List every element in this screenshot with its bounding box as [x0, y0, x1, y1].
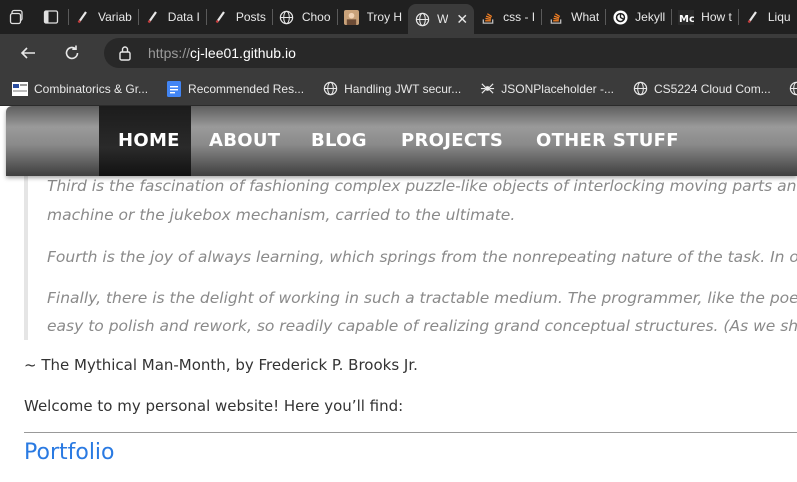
quote-paragraph-finally-line2: easy to polish and rework, so readily ca…	[47, 317, 797, 335]
workspaces-icon	[9, 9, 23, 25]
pen-icon	[145, 9, 161, 25]
pen-icon	[213, 9, 229, 25]
arrow-left-icon	[20, 47, 35, 59]
quote-paragraph-third-line2: machine or the jukebox mechanism, carrie…	[47, 206, 516, 224]
lock-icon[interactable]	[116, 45, 134, 61]
pen-icon	[745, 9, 761, 25]
tab-strip: Variab Data I Posts Choo Troy H W ✕ css …	[0, 0, 797, 34]
tab-liquid[interactable]: Liqu	[739, 0, 797, 34]
web-page: HOME ABOUT BLOG PROJECTS OTHER STUFF Thi…	[0, 106, 797, 482]
globe-icon	[414, 11, 430, 27]
quote-paragraph-finally-line1: Finally, there is the delight of working…	[47, 289, 797, 307]
quote-attribution: ~ The Mythical Man-Month, by Frederick P…	[24, 356, 418, 374]
refresh-icon	[65, 45, 79, 60]
url-scheme: https://	[148, 45, 191, 61]
nav-about-link[interactable]: ABOUT	[209, 130, 280, 151]
url-text[interactable]: https://cj-lee01.github.io	[148, 45, 296, 61]
spider-icon	[479, 81, 495, 97]
tab-active-website[interactable]: W ✕	[408, 4, 475, 34]
svg-text:Mc: Mc	[679, 14, 694, 25]
back-button[interactable]	[10, 35, 46, 71]
bookmark-cs5224[interactable]: CS5224 Cloud Com...	[632, 81, 771, 97]
globe-icon	[322, 81, 338, 97]
tab-css[interactable]: css - I	[474, 0, 541, 34]
stack-icon	[548, 9, 564, 25]
tab-actions-button[interactable]	[34, 0, 68, 34]
nav-home-link[interactable]: HOME	[118, 130, 180, 151]
tab-posts[interactable]: Posts	[207, 0, 272, 34]
tab-what[interactable]: What	[542, 0, 605, 34]
site-icon	[12, 81, 28, 97]
tab-data[interactable]: Data I	[139, 0, 206, 34]
tab-variables[interactable]: Variab	[69, 0, 138, 34]
pen-icon	[75, 9, 91, 25]
nav-projects-link[interactable]: PROJECTS	[401, 130, 503, 151]
nav-other-stuff-link[interactable]: OTHER STUFF	[536, 130, 679, 151]
horizontal-rule	[24, 432, 797, 433]
openai-icon	[612, 9, 628, 25]
site-navbar: HOME ABOUT BLOG PROJECTS OTHER STUFF	[6, 106, 797, 176]
m-logo-icon: Mc	[678, 9, 695, 25]
portfolio-heading-link[interactable]: Portfolio	[24, 440, 115, 465]
tab-troy[interactable]: Troy H	[338, 0, 409, 34]
bookmark-jsonplaceholder[interactable]: JSONPlaceholder -...	[479, 81, 614, 97]
bookmark-jwt[interactable]: Handling JWT secur...	[322, 81, 461, 97]
address-bar[interactable]: https://cj-lee01.github.io	[104, 38, 797, 68]
browser-toolbar: https://cj-lee01.github.io	[0, 34, 797, 72]
welcome-text: Welcome to my personal website! Here you…	[24, 397, 404, 415]
stack-icon	[480, 9, 496, 25]
quote-paragraph-third-line1: Third is the fascination of fashioning c…	[47, 177, 797, 195]
globe-icon	[789, 81, 797, 97]
avatar-icon	[344, 9, 360, 25]
bookmark-combinatorics[interactable]: Combinatorics & Gr...	[12, 81, 148, 97]
docs-icon	[166, 80, 182, 97]
blockquote: Third is the fascination of fashioning c…	[24, 168, 797, 340]
workspaces-button[interactable]	[0, 0, 34, 34]
tab-how[interactable]: Mc How t	[672, 0, 738, 34]
tab-jekyll[interactable]: Jekyll	[606, 0, 671, 34]
nav-blog-link[interactable]: BLOG	[311, 130, 367, 151]
url-host: cj-lee01.github.io	[190, 45, 296, 61]
bookmarks-bar: Combinatorics & Gr... Recommended Res...…	[0, 72, 797, 106]
quote-paragraph-fourth: Fourth is the joy of always learning, wh…	[47, 248, 797, 266]
close-tab-icon[interactable]: ✕	[456, 11, 468, 28]
bookmark-more[interactable]	[789, 81, 797, 97]
refresh-button[interactable]	[54, 35, 90, 71]
tab-choose[interactable]: Choo	[273, 0, 337, 34]
vertical-tabs-icon	[43, 10, 59, 24]
globe-icon	[632, 81, 648, 97]
globe-icon	[279, 9, 295, 25]
bookmark-recommended[interactable]: Recommended Res...	[166, 80, 304, 97]
